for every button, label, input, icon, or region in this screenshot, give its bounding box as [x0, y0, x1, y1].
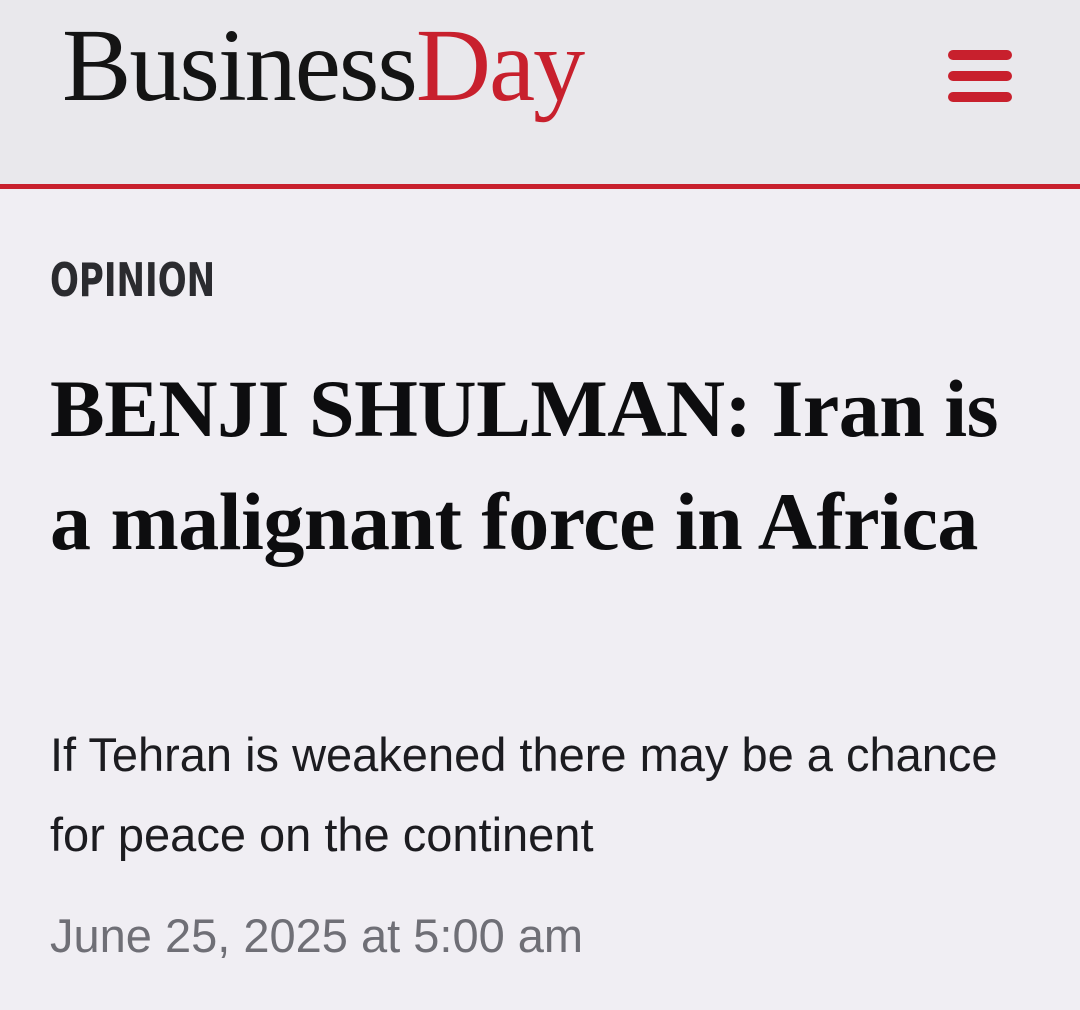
logo-business-text: Business: [62, 8, 418, 123]
article-timestamp: June 25, 2025 at 5:00 am: [50, 909, 584, 962]
logo-day-text: Day: [415, 8, 585, 123]
menu-bar-middle: [948, 71, 1012, 81]
menu-bar-top: [948, 50, 1012, 60]
site-header: BusinessDay: [0, 0, 1080, 189]
menu-bar-bottom: [948, 92, 1012, 102]
article-headline: BENJI SHULMAN: Iran is a malignant force…: [50, 363, 999, 567]
site-logo[interactable]: BusinessDay: [62, 14, 585, 118]
section-label[interactable]: OPINION: [50, 252, 215, 308]
article-subheadline: If Tehran is weakened there may be a cha…: [50, 728, 998, 861]
hamburger-menu-icon[interactable]: [944, 46, 1016, 108]
